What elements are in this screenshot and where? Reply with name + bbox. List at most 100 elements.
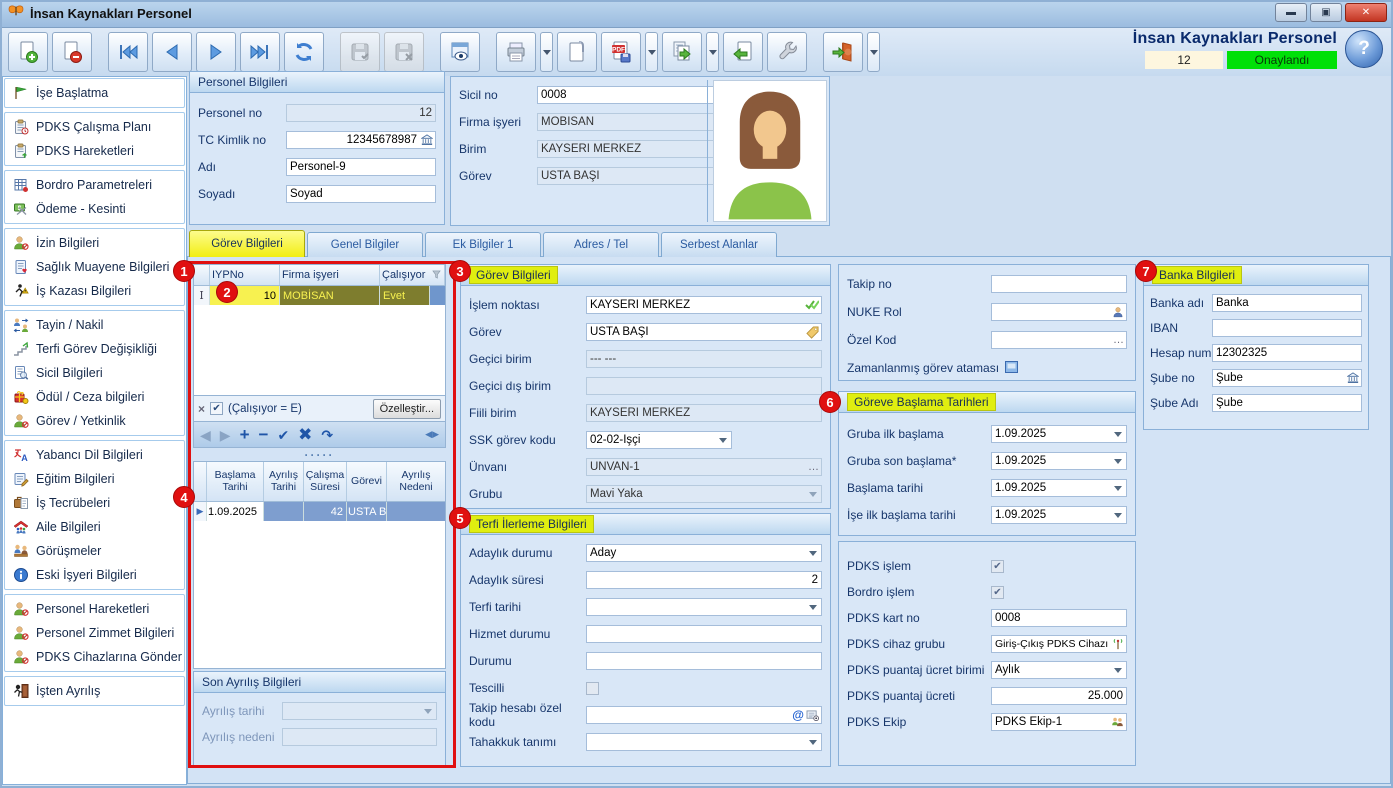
cell-gorevi[interactable]: USTA BAŞI <box>347 502 387 521</box>
column-header[interactable]: Görevi <box>347 462 387 501</box>
cell-calisma-suresi[interactable]: 42 <box>304 502 347 521</box>
column-header[interactable]: Ayrılış Tarihi <box>264 462 304 501</box>
gruba-son-baslama-select[interactable] <box>991 452 1127 470</box>
tahakkuk-tanimi-select[interactable] <box>586 733 822 751</box>
nav-delete-icon[interactable]: − <box>259 426 269 443</box>
print-dropdown[interactable] <box>540 32 553 72</box>
clear-filter-icon[interactable]: × <box>198 402 205 416</box>
durumu-input[interactable] <box>586 652 822 670</box>
sidebar-item-terfi-gorev[interactable]: Terfi Görev Değişikliği <box>5 337 184 361</box>
adaylik-durumu-select[interactable] <box>586 544 822 562</box>
cell-iypno[interactable]: 10 <box>210 286 280 305</box>
nuke-rol-input[interactable] <box>991 303 1127 321</box>
refresh-button[interactable] <box>284 32 324 72</box>
pdf-export-button[interactable]: PDF <box>601 32 641 72</box>
bordro-islem-checkbox[interactable] <box>991 586 1004 599</box>
splitter-handle[interactable]: ····· <box>193 449 446 460</box>
sidebar-item-odul-ceza[interactable]: Ödül / Ceza bilgileri <box>5 385 184 409</box>
exit-dropdown[interactable] <box>867 32 880 72</box>
hesap-num-input[interactable] <box>1212 344 1362 362</box>
bank-lookup-icon[interactable] <box>421 132 433 148</box>
column-header[interactable]: Ayrılış Nedeni <box>387 462 445 501</box>
print-button[interactable] <box>496 32 536 72</box>
copy-record-dropdown[interactable] <box>706 32 719 72</box>
minimize-button[interactable]: ▬ <box>1275 3 1307 22</box>
sidebar-item-saglik-muayene[interactable]: Sağlık Muayene Bilgileri <box>5 255 184 279</box>
soyadi-input[interactable] <box>286 185 436 203</box>
sidebar-item-pdks-cihazlarina-gonder[interactable]: PDKS Cihazlarına Gönder <box>5 645 184 669</box>
revert-button[interactable] <box>723 32 763 72</box>
maximize-button[interactable]: ▣ <box>1310 3 1342 22</box>
at-lookup-icon[interactable]: @ <box>792 707 819 723</box>
takip-no-input[interactable] <box>991 275 1127 293</box>
nav-scroll-icons[interactable]: ◀▶ <box>425 429 439 440</box>
print-preview-button[interactable] <box>440 32 480 72</box>
sidebar-item-tayin-nakil[interactable]: Tayin / Nakil <box>5 313 184 337</box>
grid-row[interactable]: I 10 MOBİSAN Evet <box>194 286 445 305</box>
pdks-kart-no-input[interactable] <box>991 609 1127 627</box>
tab-serbest-alanlar[interactable]: Serbest Alanlar <box>661 232 777 257</box>
new-record-button[interactable] <box>8 32 48 72</box>
attachment-button[interactable] <box>557 32 597 72</box>
sidebar-item-yabanci-dil[interactable]: AYabancı Dil Bilgileri <box>5 443 184 467</box>
pdf-export-dropdown[interactable] <box>645 32 658 72</box>
sidebar-item-pdks-calisma-plani[interactable]: PDKS Çalışma Planı <box>5 115 184 139</box>
sidebar-item-gorusmeler[interactable]: Görüşmeler <box>5 539 184 563</box>
sidebar-item-odeme-kesinti[interactable]: $Ödeme - Kesinti <box>5 197 184 221</box>
team-icon[interactable] <box>1111 714 1124 730</box>
sidebar-item-pdks-hareketleri[interactable]: PDKS Hareketleri <box>5 139 184 163</box>
gorev-input[interactable] <box>586 323 822 341</box>
banka-adi-input[interactable] <box>1212 294 1362 312</box>
sube-adi-input[interactable] <box>1212 394 1362 412</box>
sidebar-item-gorev-yetkinlik[interactable]: Görev / Yetkinlik <box>5 409 184 433</box>
pdks-ekip-input[interactable] <box>991 713 1127 731</box>
nav-commit-icon[interactable]: ✔ <box>277 428 289 442</box>
column-header[interactable]: Başlama Tarihi <box>207 462 264 501</box>
person-lookup-icon[interactable] <box>1112 304 1124 320</box>
help-button[interactable]: ? <box>1345 30 1383 68</box>
terfi-tarihi-select[interactable] <box>586 598 822 616</box>
pdks-cihaz-grubu-input[interactable] <box>991 635 1127 653</box>
grubu-select[interactable] <box>586 485 822 503</box>
cell-baslama-tarihi[interactable]: 1.09.2025 <box>207 502 264 521</box>
sidebar-item-ise-baslatma[interactable]: İşe Başlatma <box>5 81 184 105</box>
tc-kimlik-no-input[interactable] <box>286 131 436 149</box>
sidebar-item-egitim[interactable]: Eğitim Bilgileri <box>5 467 184 491</box>
sidebar-item-is-tecrubeleri[interactable]: İş Tecrübeleri <box>5 491 184 515</box>
previous-record-button[interactable] <box>152 32 192 72</box>
sidebar-item-sicil-bilgileri[interactable]: Sicil Bilgileri <box>5 361 184 385</box>
column-header[interactable]: Firma işyeri <box>280 265 380 285</box>
delete-record-button[interactable] <box>52 32 92 72</box>
adaylik-suresi-input[interactable] <box>586 571 822 589</box>
cell-ayrilis-nedeni[interactable] <box>387 502 445 521</box>
column-header[interactable]: Çalışma Süresi <box>304 462 347 501</box>
sidebar-item-aile[interactable]: Aile Bilgileri <box>5 515 184 539</box>
pdks-puantaj-ucret-birimi-select[interactable] <box>991 661 1127 679</box>
last-record-button[interactable] <box>240 32 280 72</box>
antenna-icon[interactable] <box>1112 636 1124 652</box>
sube-no-input[interactable] <box>1212 369 1362 387</box>
ise-ilk-baslama-select[interactable] <box>991 506 1127 524</box>
sidebar-item-is-kazasi[interactable]: İş Kazası Bilgileri <box>5 279 184 303</box>
tag-icon[interactable] <box>806 324 819 340</box>
ozel-kod-input[interactable] <box>991 331 1127 349</box>
nav-add-icon[interactable]: + <box>240 426 250 443</box>
sidebar-item-personel-zimmet[interactable]: Personel Zimmet Bilgileri <box>5 621 184 645</box>
tab-adres-tel[interactable]: Adres / Tel <box>543 232 659 257</box>
hizmet-durumu-input[interactable] <box>586 625 822 643</box>
sidebar-item-eski-isyeri[interactable]: Eski İşyeri Bilgileri <box>5 563 184 587</box>
gruba-ilk-baslama-select[interactable] <box>991 425 1127 443</box>
nav-refresh-icon[interactable]: ↷ <box>321 428 333 442</box>
next-record-button[interactable] <box>196 32 236 72</box>
nav-cancel-icon[interactable]: ✖ <box>298 426 312 443</box>
cell-firma-isyeri[interactable]: MOBİSAN <box>280 286 380 305</box>
filter-enabled-checkbox[interactable] <box>210 402 223 415</box>
takip-hesabi-ozel-kodu-input[interactable] <box>586 706 822 724</box>
bank-lookup-icon[interactable] <box>1347 370 1359 386</box>
cell-calisiyor[interactable]: Evet <box>380 286 430 305</box>
ellipsis-icon[interactable]: … <box>1113 332 1124 348</box>
adi-input[interactable] <box>286 158 436 176</box>
close-button[interactable]: ✕ <box>1345 3 1387 22</box>
first-record-button[interactable] <box>108 32 148 72</box>
copy-record-button[interactable] <box>662 32 702 72</box>
